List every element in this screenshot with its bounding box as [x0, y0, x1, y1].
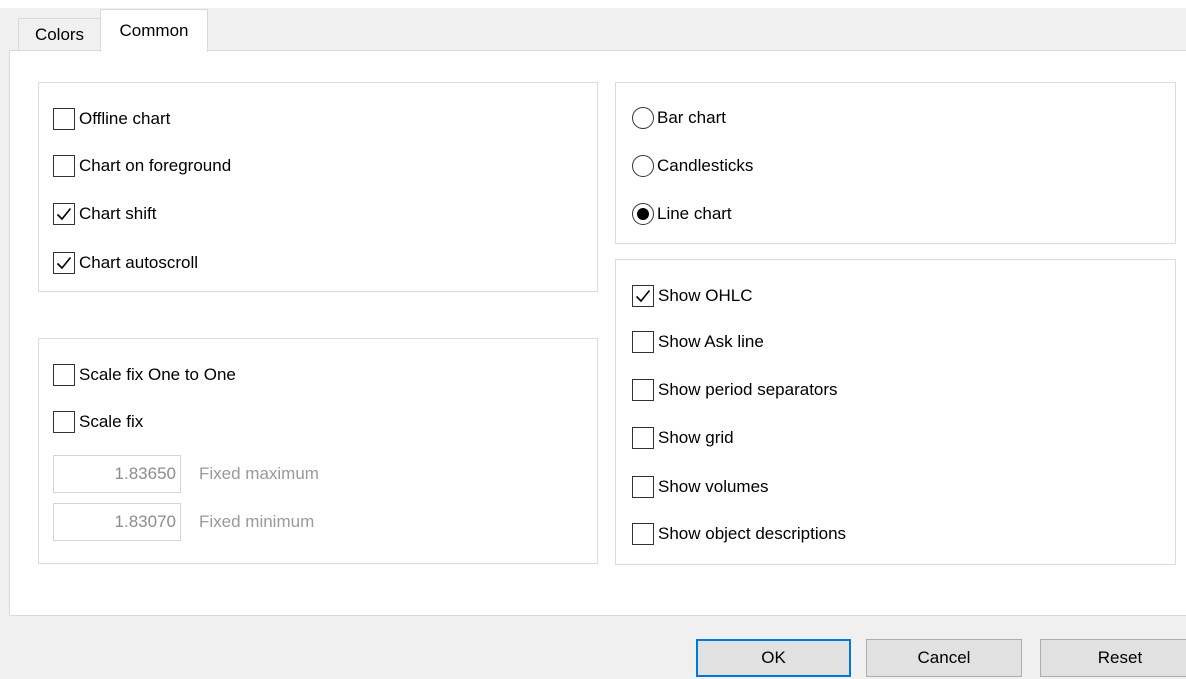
top-strip — [0, 0, 1186, 8]
show-ohlc-checkbox[interactable]: Show OHLC — [632, 283, 752, 309]
radio-circle[interactable] — [632, 107, 654, 129]
scale-fix-one-to-one-checkbox[interactable]: Scale fix One to One — [53, 362, 236, 388]
checkbox-label: Chart on foreground — [79, 156, 232, 175]
checkbox-label: Show Ask line — [658, 332, 764, 351]
checkbox-label: Show object descriptions — [658, 524, 847, 543]
checkbox-box[interactable] — [53, 155, 75, 177]
checkbox-box[interactable] — [632, 379, 654, 401]
check-icon — [56, 256, 72, 270]
show-period-separators-checkbox[interactable]: Show period separators — [632, 377, 838, 403]
checkbox-box[interactable] — [53, 108, 75, 130]
radio-circle[interactable] — [632, 155, 654, 177]
checkbox-box[interactable] — [53, 252, 75, 274]
checkbox-label: Scale fix One to One — [79, 365, 236, 384]
offline-chart-checkbox[interactable]: Offline chart — [53, 106, 170, 132]
tab-colors[interactable]: Colors — [18, 18, 101, 50]
chart-autoscroll-checkbox[interactable]: Chart autoscroll — [53, 250, 198, 276]
checkbox-box[interactable] — [53, 364, 75, 386]
fixed-maximum-input[interactable]: 1.83650 — [53, 455, 181, 493]
radio-dot — [637, 208, 649, 220]
check-icon — [635, 289, 651, 303]
checkbox-label: Show grid — [658, 428, 734, 447]
fixed-minimum-label: Fixed minimum — [199, 512, 315, 531]
radio-line-chart[interactable]: Line chart — [632, 201, 732, 227]
checkbox-box[interactable] — [632, 427, 654, 449]
properties-dialog: Colors Common Offline chart Chart on for… — [0, 0, 1186, 679]
checkbox-label: Show OHLC — [658, 286, 753, 305]
radio-candlesticks[interactable]: Candlesticks — [632, 153, 753, 179]
radio-circle[interactable] — [632, 203, 654, 225]
checkbox-label: Offline chart — [79, 109, 171, 128]
scale-fix-checkbox[interactable]: Scale fix — [53, 409, 143, 435]
checkbox-box[interactable] — [632, 331, 654, 353]
ok-button[interactable]: OK — [696, 639, 851, 677]
show-object-descriptions-checkbox[interactable]: Show object descriptions — [632, 521, 846, 547]
chart-on-foreground-checkbox[interactable]: Chart on foreground — [53, 153, 231, 179]
fixed-minimum-input[interactable]: 1.83070 — [53, 503, 181, 541]
checkbox-label: Show period separators — [658, 380, 838, 399]
fixed-maximum-label: Fixed maximum — [199, 464, 319, 483]
checkbox-label: Chart autoscroll — [79, 253, 199, 272]
checkbox-box[interactable] — [632, 476, 654, 498]
radio-label: Bar chart — [657, 108, 726, 127]
radio-label: Line chart — [657, 204, 732, 223]
tab-common[interactable]: Common — [100, 9, 208, 52]
radio-bar-chart[interactable]: Bar chart — [632, 105, 726, 131]
checkbox-label: Show volumes — [658, 477, 769, 496]
show-ask-line-checkbox[interactable]: Show Ask line — [632, 329, 764, 355]
check-icon — [56, 207, 72, 221]
cancel-button[interactable]: Cancel — [866, 639, 1022, 677]
show-volumes-checkbox[interactable]: Show volumes — [632, 474, 769, 500]
checkbox-box[interactable] — [632, 523, 654, 545]
checkbox-label: Chart shift — [79, 204, 157, 223]
show-grid-checkbox[interactable]: Show grid — [632, 425, 734, 451]
chart-shift-checkbox[interactable]: Chart shift — [53, 201, 156, 227]
reset-button[interactable]: Reset — [1040, 639, 1186, 677]
radio-label: Candlesticks — [657, 156, 754, 175]
checkbox-box[interactable] — [53, 203, 75, 225]
checkbox-box[interactable] — [53, 411, 75, 433]
checkbox-label: Scale fix — [79, 412, 144, 431]
checkbox-box[interactable] — [632, 285, 654, 307]
